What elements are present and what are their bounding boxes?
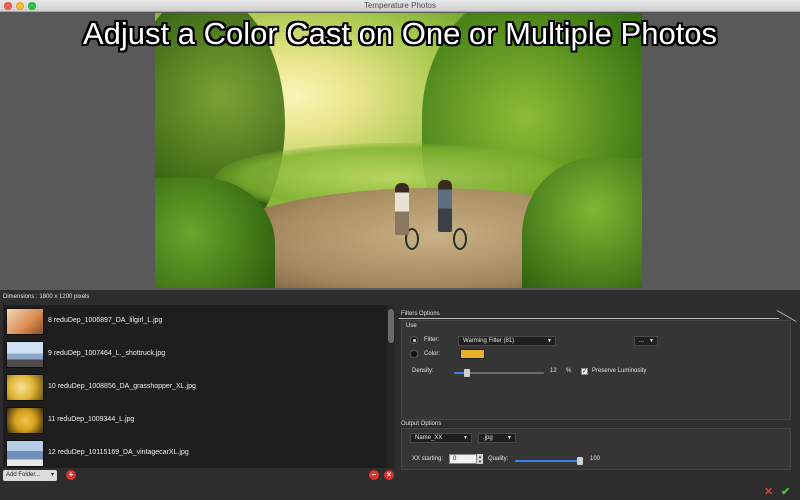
- thumbnail-image: [6, 341, 44, 368]
- more-options-button[interactable]: ... ▼: [634, 336, 658, 346]
- density-slider[interactable]: [454, 369, 544, 377]
- xx-starting-input[interactable]: 0: [449, 454, 477, 464]
- chevron-down-icon: ▼: [547, 338, 552, 344]
- quality-value: 100: [590, 456, 601, 462]
- name-format-select[interactable]: Name_XX ▼: [410, 433, 472, 443]
- preserve-luminosity-checkbox[interactable]: ✓: [581, 368, 588, 375]
- photo-preview: [155, 13, 642, 288]
- more-button-label: ...: [639, 338, 645, 344]
- filter-label: Filter:: [424, 337, 439, 343]
- file-format-value: .jpg: [483, 435, 493, 441]
- stepper-arrows-icon[interactable]: ▲ ▼: [477, 454, 483, 464]
- checkmark-icon[interactable]: ✔: [781, 485, 790, 498]
- file-name: 12 reduDep_10115169_DA_vintagecarXL.jpg: [48, 449, 189, 456]
- quality-slider[interactable]: [515, 457, 583, 465]
- add-folder-label: Add Folder...: [6, 472, 41, 478]
- chevron-down-icon: ▼: [649, 338, 654, 344]
- color-label: Color:: [424, 351, 441, 357]
- list-item[interactable]: 9 reduDep_1007464_L._shottruck.jpg: [3, 338, 387, 371]
- thumbnail-image: [6, 440, 44, 467]
- quality-slider-fill: [515, 460, 580, 462]
- list-item[interactable]: 10 reduDep_1008856_DA_grasshopper_XL.jpg: [3, 371, 387, 404]
- headline-overlay: Adjust a Color Cast on One or Multiple P…: [82, 16, 718, 51]
- filter-radio[interactable]: [410, 336, 418, 344]
- xx-starting-label: XX starting:: [412, 456, 444, 462]
- scrollbar-thumb[interactable]: [388, 309, 394, 343]
- thumbnail-image: [6, 407, 44, 434]
- preserve-luminosity-label: Preserve Luminosity: [592, 368, 647, 374]
- chevron-down-icon: ▼: [507, 435, 512, 441]
- list-item[interactable]: 12 reduDep_10115169_DA_vintagecarXL.jpg: [3, 437, 387, 468]
- filter-select[interactable]: Warming Filter (81) ▼: [458, 336, 556, 346]
- title-bar: Temperature Photos: [0, 0, 800, 12]
- minus-icon[interactable]: −: [369, 470, 379, 480]
- window-title: Temperature Photos: [363, 1, 437, 10]
- filter-value: Warming Filter (81): [463, 338, 515, 344]
- plus-icon[interactable]: +: [66, 470, 76, 480]
- color-swatch[interactable]: [460, 349, 485, 359]
- file-name: 10 reduDep_1008856_DA_grasshopper_XL.jpg: [48, 383, 196, 390]
- use-label: Use: [406, 323, 417, 329]
- file-list-scrollbar[interactable]: [387, 305, 395, 468]
- name-format-value: Name_XX: [415, 435, 443, 441]
- dimensions-label: Dimensions : 1800 x 1200 pixels: [3, 294, 90, 300]
- tab-label: Filters Options: [401, 311, 440, 317]
- file-format-select[interactable]: .jpg ▼: [478, 433, 516, 443]
- density-unit: %: [566, 368, 572, 374]
- density-value: 12: [550, 368, 557, 374]
- filters-box: Use Filter: Warming Filter (81) ▼ ... ▼ …: [401, 320, 791, 420]
- output-options-label: Output Options: [401, 421, 442, 427]
- file-list[interactable]: 8 reduDep_1006897_DA_lilgirl_L.jpg 9 red…: [3, 305, 395, 468]
- density-slider-knob[interactable]: [464, 369, 471, 377]
- chevron-down-icon: ▼: [463, 435, 468, 441]
- thumbnail-image: [6, 374, 44, 401]
- list-item[interactable]: 8 reduDep_1006897_DA_lilgirl_L.jpg: [3, 305, 387, 338]
- cancel-x-icon[interactable]: ✕: [764, 485, 773, 498]
- file-name: 8 reduDep_1006897_DA_lilgirl_L.jpg: [48, 317, 163, 324]
- quality-label: Quality:: [488, 456, 509, 462]
- file-name: 9 reduDep_1007464_L._shottruck.jpg: [48, 350, 166, 357]
- list-item[interactable]: 11 reduDep_1009344_L.jpg: [3, 404, 387, 437]
- add-folder-select[interactable]: Add Folder... ▾: [3, 470, 57, 481]
- density-label: Density:: [412, 368, 434, 374]
- output-options-box: Name_XX ▼ .jpg ▼ XX starting: 0 ▲ ▼ Quali…: [401, 428, 791, 470]
- file-name: 11 reduDep_1009344_L.jpg: [48, 416, 135, 423]
- quality-slider-knob[interactable]: [577, 457, 583, 465]
- tab-filters-options[interactable]: Filters Options: [399, 310, 779, 319]
- x-icon[interactable]: ×: [384, 470, 394, 480]
- thumbnail-image: [6, 308, 44, 335]
- color-radio[interactable]: [410, 350, 418, 358]
- chevron-down-icon: ▾: [50, 472, 54, 478]
- options-panel: Filters Options Use Filter: Warming Filt…: [399, 310, 797, 470]
- preview-area: [0, 12, 800, 290]
